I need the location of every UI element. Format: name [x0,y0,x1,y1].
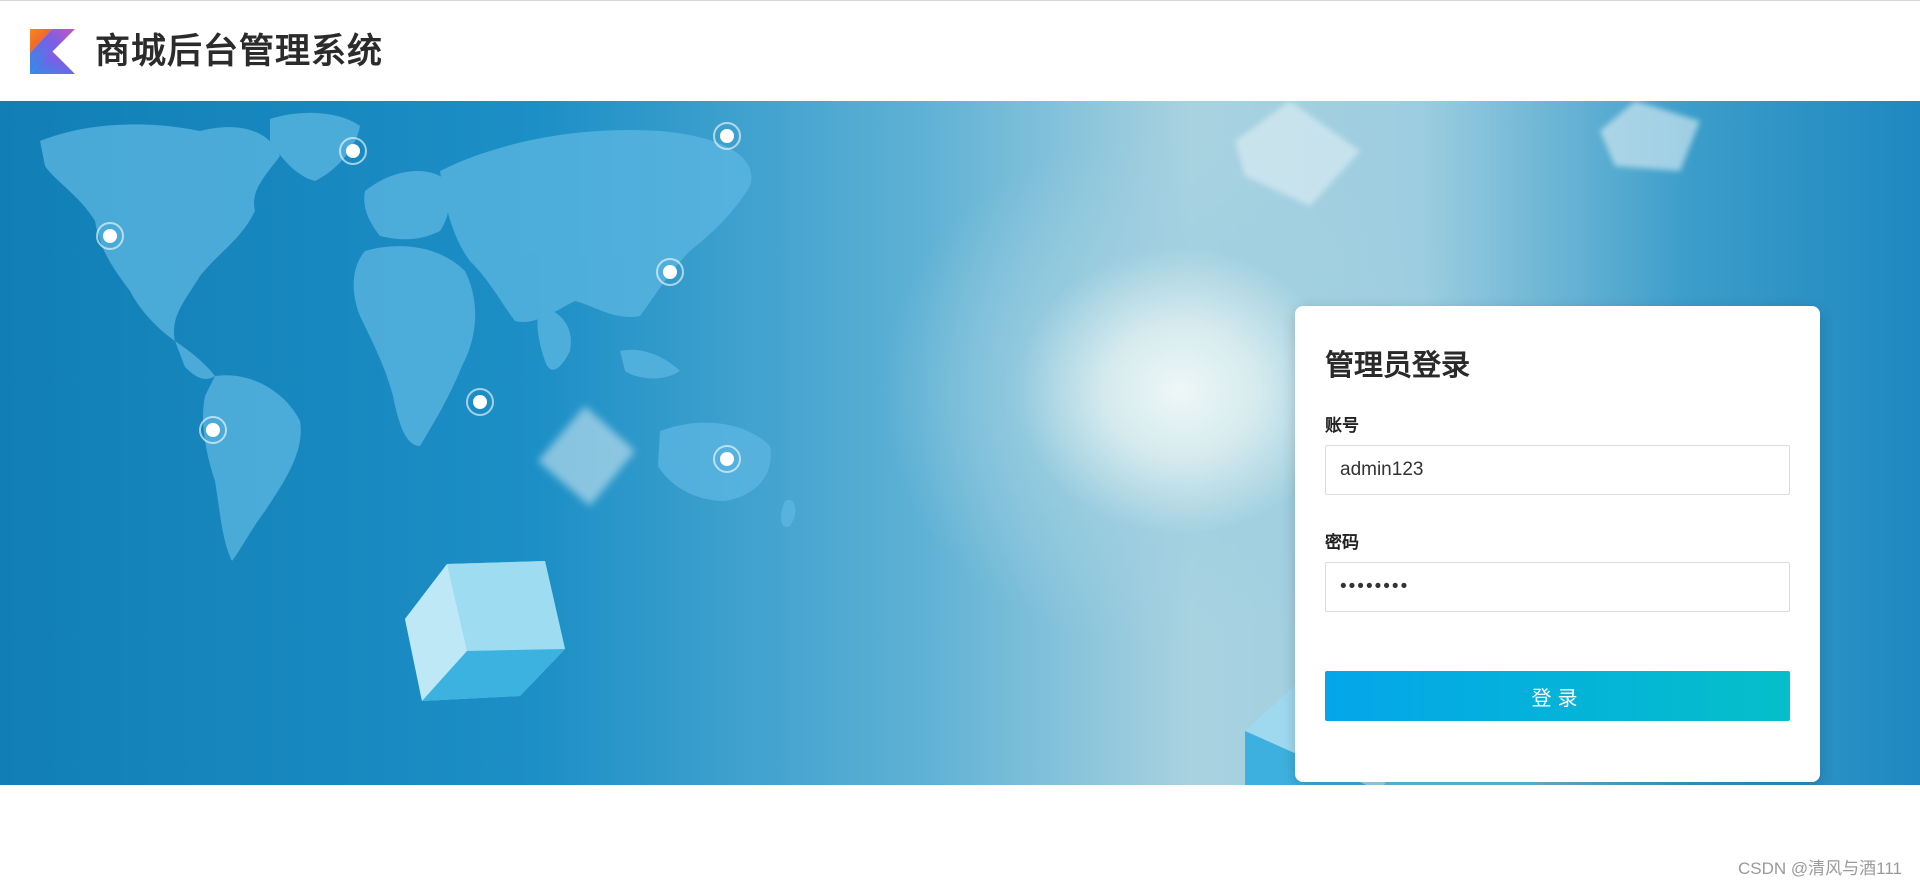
csdn-watermark: CSDN @清风与酒111 [1738,859,1902,878]
login-page: 商城后台管理系统 管理员登录 账号 admin123 密码 登录 CSDN @清… [0,0,1920,885]
cube-decoration-blur-right [1600,101,1700,171]
account-input[interactable] [1325,445,1790,495]
account-label: 账号 [1325,416,1359,436]
k-logo-icon [30,29,75,74]
top-header: 商城后台管理系统 [0,0,1920,101]
login-card: 管理员登录 账号 密码 登录 [1295,306,1820,782]
cube-decoration-blur-top [1235,101,1360,206]
cube-decoration-blur-center [538,406,635,506]
cube-decoration-front [405,561,565,701]
world-map-illustration [40,112,796,561]
hero-banner: 管理员登录 账号 密码 登录 [0,101,1920,785]
login-title: 管理员登录 [1325,348,1471,382]
login-button[interactable]: 登录 [1325,671,1790,721]
password-label: 密码 [1325,533,1359,553]
password-input[interactable] [1325,562,1790,612]
app-title: 商城后台管理系统 [95,32,384,72]
